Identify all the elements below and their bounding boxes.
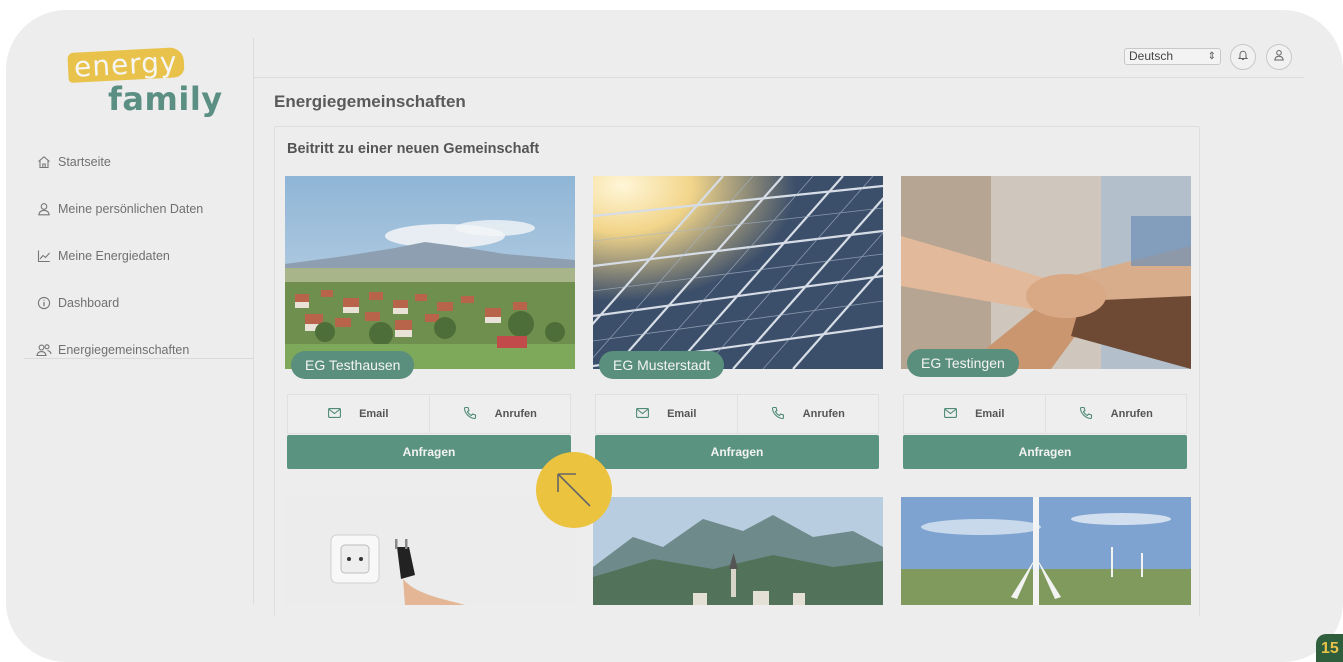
community-image-hands-together <box>901 176 1191 369</box>
sidebar-item-dashboard[interactable]: Dashboard <box>24 279 254 326</box>
sidebar-divider <box>24 358 254 359</box>
page-title: Energiegemeinschaften <box>274 92 466 111</box>
sidebar-item-label: Meine Energiedaten <box>58 248 170 263</box>
community-name: EG Testingen <box>907 349 1019 377</box>
email-label: Email <box>359 408 389 420</box>
sidebar-item-label: Startseite <box>58 154 111 169</box>
sidebar-item-startseite[interactable]: Startseite <box>24 138 254 185</box>
logo[interactable]: energy family <box>67 45 222 120</box>
app-window: energy family Startseite Meine persönlic… <box>6 10 1343 662</box>
sidebar-item-persoenliche-daten[interactable]: Meine persönlichen Daten <box>24 185 254 232</box>
section-title: Beitritt zu einer neuen Gemeinschaft <box>287 141 540 157</box>
community-name: EG Musterstadt <box>599 351 725 379</box>
community-image-village <box>285 176 575 369</box>
bell-icon <box>1237 48 1249 66</box>
community-image-wind-turbines <box>901 497 1191 605</box>
phone-icon <box>771 406 785 423</box>
email-button[interactable]: Email <box>904 395 1045 433</box>
chart-line-icon <box>36 248 52 264</box>
community-image-solar-panels <box>593 176 883 369</box>
page-number-badge: 15 <box>1316 634 1343 662</box>
sidebar-nav: Startseite Meine persönlichen Daten Mein… <box>24 138 254 373</box>
user-icon <box>1273 48 1285 66</box>
users-icon <box>36 342 52 358</box>
sidebar-item-energiedaten[interactable]: Meine Energiedaten <box>24 232 254 279</box>
contact-actions: Email Anrufen <box>903 394 1187 434</box>
select-arrows-icon: ⇕ <box>1207 51 1216 62</box>
contact-actions: Email Anrufen <box>595 394 879 434</box>
email-label: Email <box>667 408 697 420</box>
sidebar-item-label: Meine persönlichen Daten <box>58 201 204 216</box>
email-button[interactable]: Email <box>288 395 429 433</box>
contact-actions: Email Anrufen <box>287 394 571 434</box>
cursor-indicator <box>536 452 612 528</box>
call-button[interactable]: Anrufen <box>428 395 571 433</box>
envelope-icon <box>328 407 342 421</box>
envelope-icon <box>636 407 650 421</box>
community-name: EG Testhausen <box>291 351 415 379</box>
call-label: Anrufen <box>494 408 537 420</box>
request-button[interactable]: Anfragen <box>595 435 879 469</box>
top-bar: Deutsch ⇕ <box>254 38 1304 78</box>
email-label: Email <box>975 408 1005 420</box>
community-image-power-plug <box>285 497 575 605</box>
request-button[interactable]: Anfragen <box>903 435 1187 469</box>
language-select[interactable]: Deutsch ⇕ <box>1124 48 1221 65</box>
call-button[interactable]: Anrufen <box>1044 395 1187 433</box>
request-button[interactable]: Anfragen <box>287 435 571 469</box>
phone-icon <box>1079 406 1093 423</box>
sidebar: energy family Startseite Meine persönlic… <box>24 36 254 606</box>
info-circle-icon <box>36 295 52 311</box>
language-value: Deutsch <box>1129 49 1174 63</box>
sidebar-item-energiegemeinschaften[interactable]: Energiegemeinschaften <box>24 326 254 373</box>
notifications-button[interactable] <box>1230 44 1256 70</box>
call-button[interactable]: Anrufen <box>736 395 879 433</box>
email-button[interactable]: Email <box>596 395 737 433</box>
call-label: Anrufen <box>802 408 845 420</box>
call-label: Anrufen <box>1110 408 1153 420</box>
sidebar-item-label: Dashboard <box>58 295 120 310</box>
home-icon <box>36 154 52 170</box>
logo-energy-text: energy <box>67 45 185 84</box>
arrow-up-left-icon <box>554 470 594 515</box>
sidebar-item-label: Energiegemeinschaften <box>58 342 190 357</box>
profile-button[interactable] <box>1266 44 1292 70</box>
join-community-panel: Beitritt zu einer neuen Gemeinschaft EG … <box>274 126 1200 616</box>
envelope-icon <box>944 407 958 421</box>
logo-family-text: family <box>108 80 223 118</box>
community-image-mountain-town <box>593 497 883 605</box>
phone-icon <box>463 406 477 423</box>
user-icon <box>36 201 52 217</box>
sidebar-border <box>253 38 254 604</box>
